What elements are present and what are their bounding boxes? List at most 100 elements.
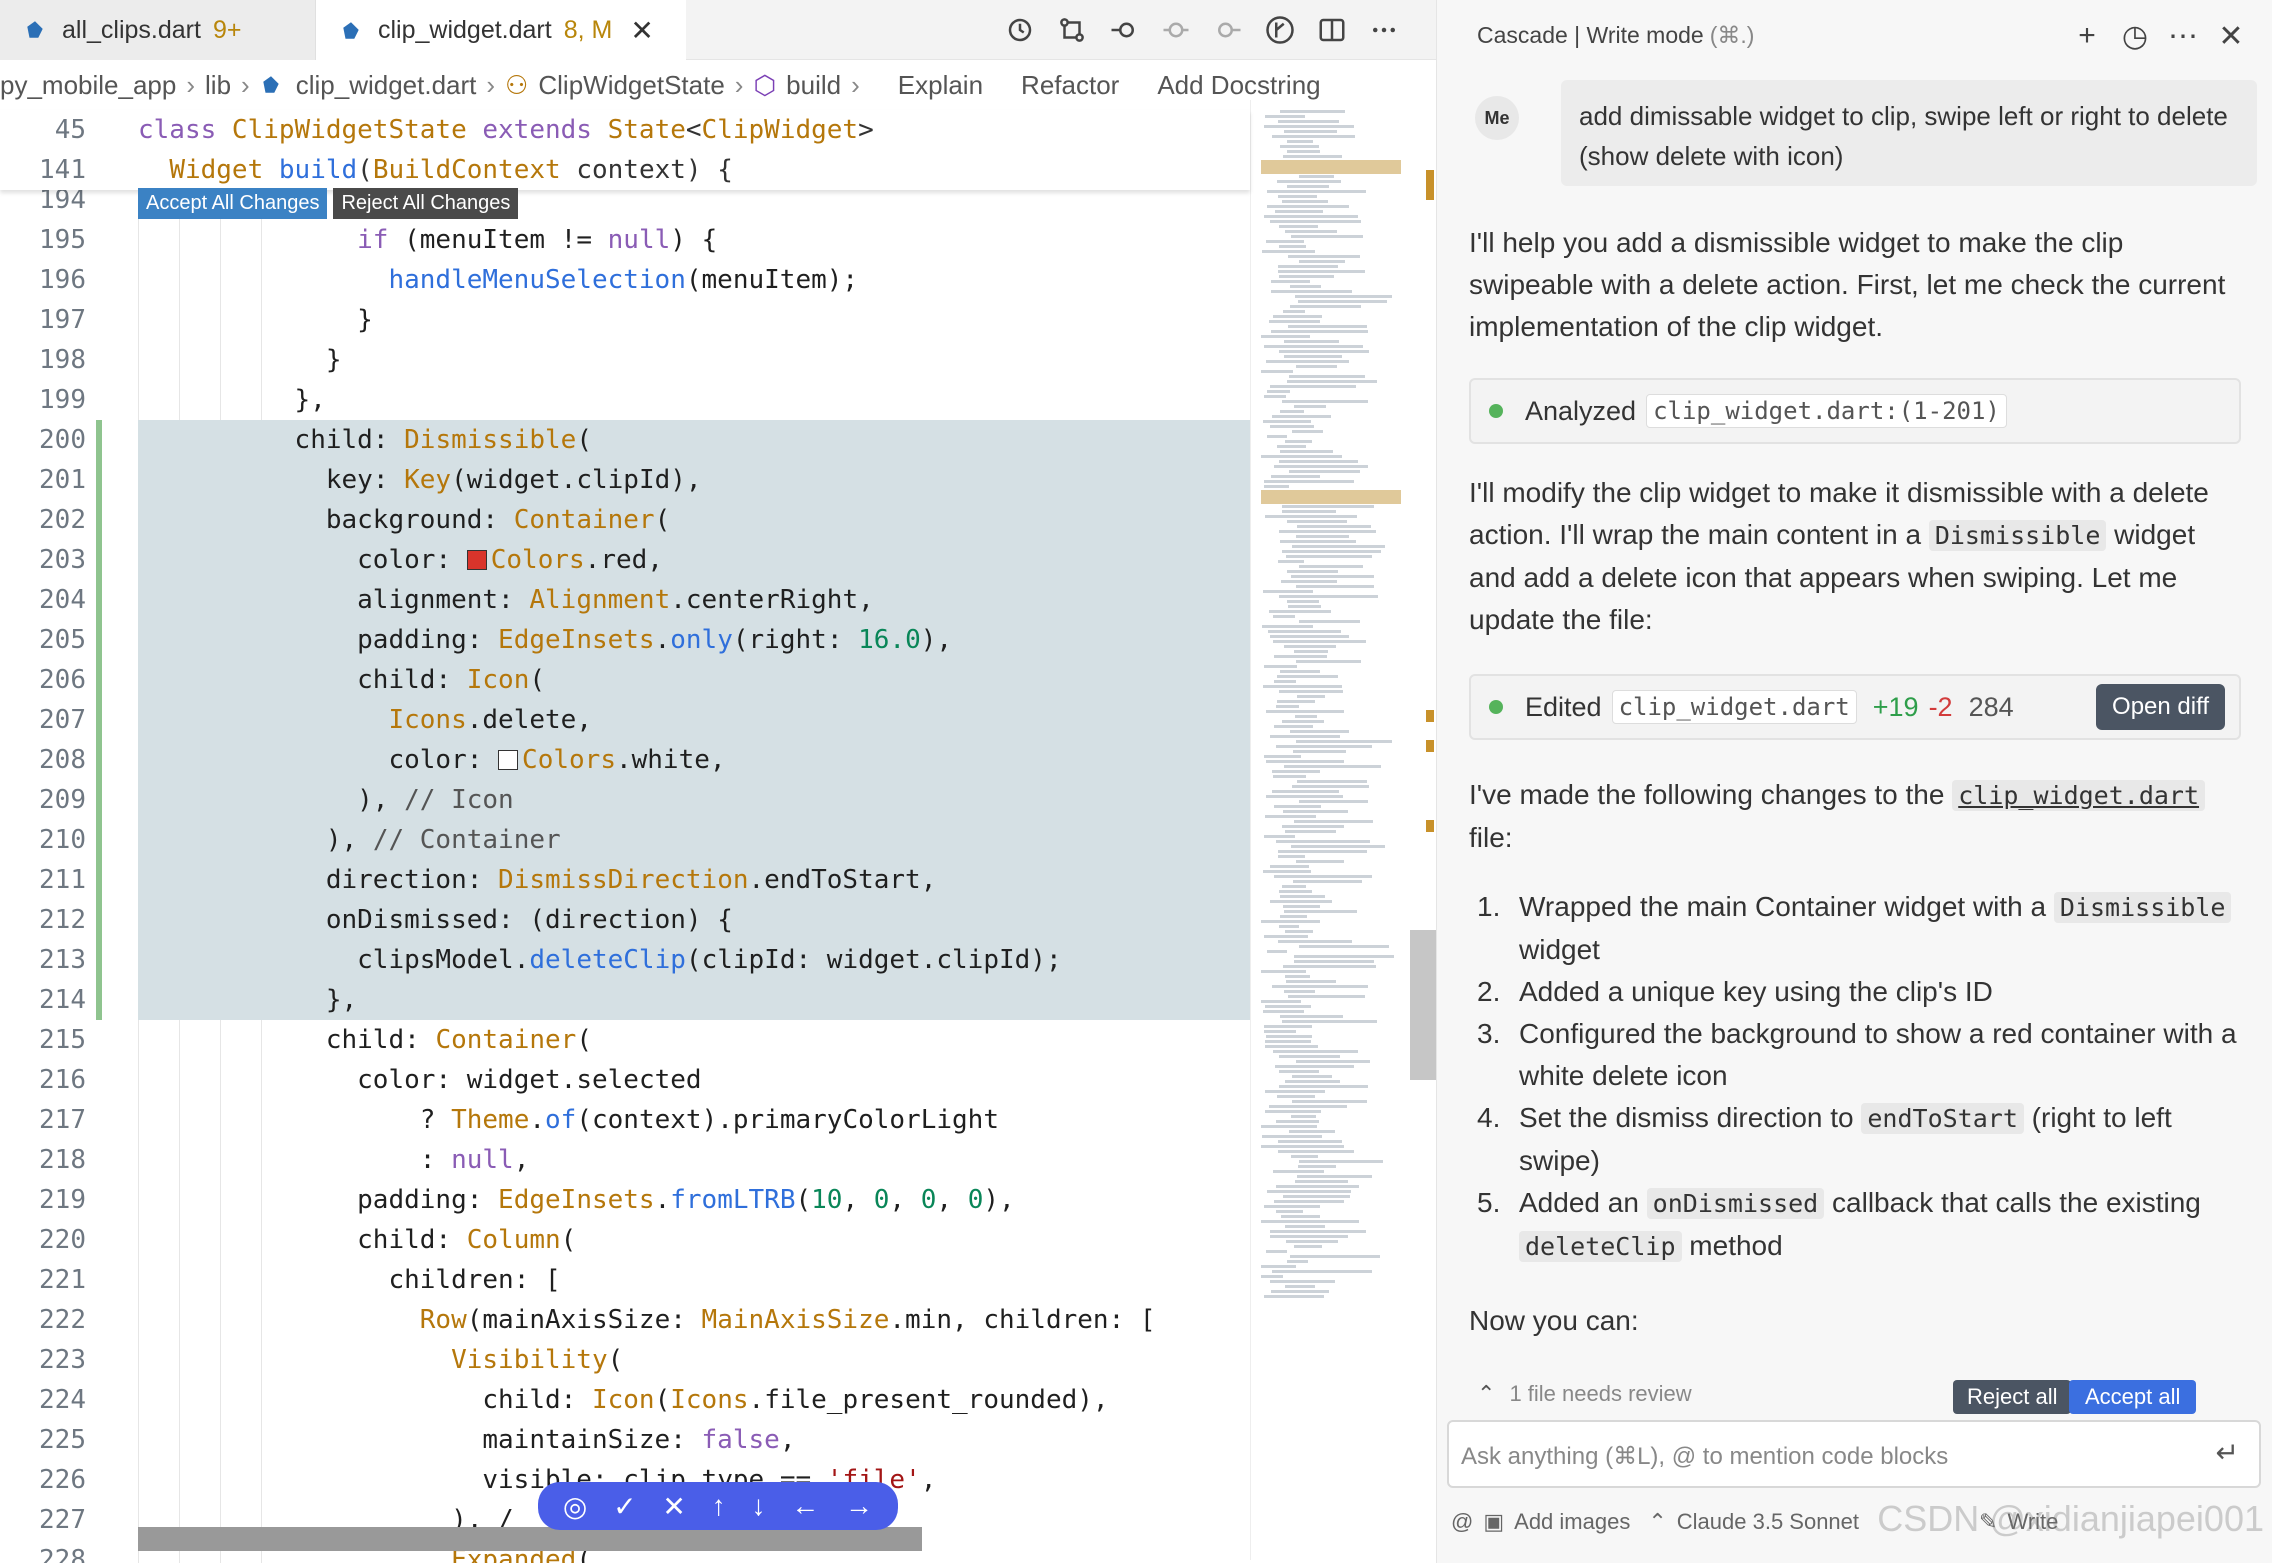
code-line[interactable]: 212 onDismissed: (direction) { [0, 900, 1250, 940]
reject-all-button[interactable]: Reject all [1953, 1380, 2071, 1414]
git-branch-icon[interactable] [1260, 10, 1300, 50]
code-line[interactable]: 197 } [0, 300, 1250, 340]
code-line[interactable]: 223 Visibility( [0, 1340, 1250, 1380]
code-line[interactable]: 216 color: widget.selected [0, 1060, 1250, 1100]
sticky-line[interactable]: 141 Widget build(BuildContext context) { [0, 150, 1250, 190]
commit-icon[interactable] [1156, 10, 1196, 50]
accept-icon[interactable]: ✓ [613, 1490, 636, 1523]
code-line[interactable]: 225 maintainSize: false, [0, 1420, 1250, 1460]
go-forward-icon[interactable] [1208, 10, 1248, 50]
breadcrumb-item[interactable]: clip_widget.dart [296, 70, 477, 101]
minimap[interactable] [1250, 100, 1410, 1560]
line-number: 45 [0, 110, 86, 150]
code-line[interactable]: 196 handleMenuSelection(menuItem); [0, 260, 1250, 300]
code-line[interactable]: 221 children: [ [0, 1260, 1250, 1300]
code-line[interactable]: 195 if (menuItem != null) { [0, 220, 1250, 260]
code-editor[interactable]: all_clips.dart 9+ clip_widget.dart 8, M … [0, 0, 1436, 1563]
arrow-down-icon[interactable]: ↓ [751, 1490, 765, 1522]
code-line[interactable]: 215 child: Container( [0, 1020, 1250, 1060]
file-link[interactable]: clip_widget.dart [1952, 780, 2205, 811]
sticky-scroll-header[interactable]: 45 class ClipWidgetState extends State<C… [0, 110, 1250, 190]
tab-clip-widget[interactable]: clip_widget.dart 8, M ✕ [316, 0, 686, 61]
line-number: 214 [0, 980, 86, 1020]
code-lines[interactable]: 194195 if (menuItem != null) {196 handle… [0, 192, 1250, 1563]
code-line[interactable]: 224 child: Icon(Icons.file_present_round… [0, 1380, 1250, 1420]
code-line[interactable]: 209 ), // Icon [0, 780, 1250, 820]
chevron-up-icon[interactable]: ⌃ [1477, 1381, 1495, 1407]
reject-icon[interactable]: ✕ [662, 1490, 685, 1523]
editor-toolbar [1000, 8, 1416, 52]
analyzed-card[interactable]: Analyzed clip_widget.dart:(1-201) [1469, 378, 2241, 444]
horizontal-scrollbar[interactable] [138, 1527, 922, 1551]
code-line[interactable]: 201 key: Key(widget.clipId), [0, 460, 1250, 500]
mention-icon[interactable]: @ [1451, 1509, 1473, 1535]
accept-all-button[interactable]: Accept all [2069, 1380, 2196, 1414]
breadcrumb-item[interactable]: build [786, 70, 841, 101]
edited-card[interactable]: Edited clip_widget.dart +19 -2 284 Open … [1469, 674, 2241, 740]
dart-file-icon [24, 19, 46, 41]
open-diff-button[interactable]: Open diff [2096, 684, 2225, 730]
code-line[interactable]: 200 child: Dismissible( [0, 420, 1250, 460]
code-line[interactable]: 205 padding: EdgeInsets.only(right: 16.0… [0, 620, 1250, 660]
breadcrumb-item[interactable]: py_mobile_app [0, 70, 176, 101]
more-icon[interactable] [1364, 10, 1404, 50]
image-icon[interactable]: ▣ [1483, 1509, 1504, 1535]
close-icon[interactable]: ✕ [2209, 14, 2253, 58]
breadcrumb-item[interactable]: lib [205, 70, 231, 101]
history-icon[interactable]: ◷ [2113, 14, 2157, 58]
chevron-up-icon[interactable]: ⌃ [1648, 1509, 1666, 1535]
code-line[interactable]: 208 color: Colors.white, [0, 740, 1250, 780]
color-swatch[interactable] [467, 550, 487, 570]
class-icon: ⚇ [505, 70, 528, 101]
arrow-left-icon[interactable]: ← [791, 1490, 819, 1522]
minimap-line [1264, 215, 1358, 218]
model-selector[interactable]: Claude 3.5 Sonnet [1677, 1509, 1859, 1535]
history-icon[interactable] [1000, 10, 1040, 50]
code-line[interactable]: 211 direction: DismissDirection.endToSta… [0, 860, 1250, 900]
color-swatch[interactable] [498, 750, 518, 770]
more-icon[interactable]: ⋯ [2161, 14, 2205, 58]
code-line[interactable]: 210 ), // Container [0, 820, 1250, 860]
arrow-right-icon[interactable]: → [845, 1490, 873, 1522]
code-line[interactable]: 202 background: Container( [0, 500, 1250, 540]
explain-action[interactable]: Explain [898, 70, 983, 101]
code-line[interactable]: 213 clipsModel.deleteClip(clipId: widget… [0, 940, 1250, 980]
windsurf-icon[interactable]: ◎ [563, 1490, 587, 1523]
code-line[interactable]: 207 Icons.delete, [0, 700, 1250, 740]
add-images-button[interactable]: Add images [1514, 1509, 1630, 1535]
vertical-scrollbar[interactable] [1410, 930, 1436, 1080]
go-back-icon[interactable] [1104, 10, 1144, 50]
reject-all-changes-button[interactable]: Reject All Changes [333, 188, 518, 219]
code-line[interactable]: 220 child: Column( [0, 1220, 1250, 1260]
code-line[interactable]: 199 }, [0, 380, 1250, 420]
plus-icon[interactable]: + [2065, 14, 2109, 58]
sticky-line[interactable]: 45 class ClipWidgetState extends State<C… [0, 110, 1250, 150]
enter-icon[interactable]: ↵ [2216, 1436, 2239, 1469]
code-line[interactable]: 219 padding: EdgeInsets.fromLTRB(10, 0, … [0, 1180, 1250, 1220]
chat-input[interactable]: Ask anything (⌘L), @ to mention code blo… [1447, 1420, 2261, 1488]
arrow-up-icon[interactable]: ↑ [712, 1490, 726, 1522]
code-line[interactable]: 222 Row(mainAxisSize: MainAxisSize.min, … [0, 1300, 1250, 1340]
close-icon[interactable]: ✕ [630, 14, 653, 47]
minimap-line [1279, 460, 1358, 463]
code-line[interactable]: 198 } [0, 340, 1250, 380]
code-line[interactable]: 214 }, [0, 980, 1250, 1020]
add-docstring-action[interactable]: Add Docstring [1157, 70, 1320, 101]
compare-changes-icon[interactable] [1052, 10, 1092, 50]
file-chip[interactable]: clip_widget.dart [1612, 690, 1857, 724]
code-line[interactable]: 218 : null, [0, 1140, 1250, 1180]
tab-all-clips[interactable]: all_clips.dart 9+ [0, 0, 316, 60]
minimap-line [1271, 280, 1310, 283]
minimap-line [1261, 970, 1306, 973]
code-line[interactable]: 206 child: Icon( [0, 660, 1250, 700]
breadcrumb-item[interactable]: ClipWidgetState [538, 70, 724, 101]
split-editor-icon[interactable] [1312, 10, 1352, 50]
code-line[interactable]: 204 alignment: Alignment.centerRight, [0, 580, 1250, 620]
file-chip[interactable]: clip_widget.dart:(1-201) [1646, 394, 2007, 428]
minimap-line [1268, 630, 1341, 633]
code-line[interactable]: 203 color: Colors.red, [0, 540, 1250, 580]
refactor-action[interactable]: Refactor [1021, 70, 1119, 101]
accept-all-changes-button[interactable]: Accept All Changes [138, 188, 327, 219]
minimap-line [1284, 765, 1381, 768]
code-line[interactable]: 217 ? Theme.of(context).primaryColorLigh… [0, 1100, 1250, 1140]
